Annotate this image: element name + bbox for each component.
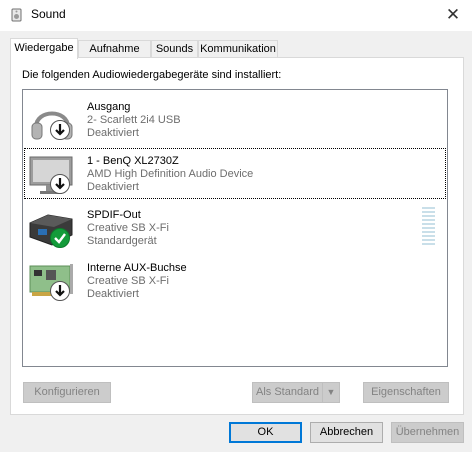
device-item-aux[interactable]: Interne AUX-Buchse Creative SB X-Fi Deak… [23, 254, 447, 307]
apply-button[interactable]: Übernehmen [391, 422, 464, 443]
chevron-down-icon[interactable]: ▼ [322, 383, 339, 402]
device-description: 2- Scarlett 2i4 USB [87, 114, 181, 126]
device-list[interactable]: Ausgang 2- Scarlett 2i4 USB Deaktiviert … [22, 89, 448, 367]
configure-button[interactable]: Konfigurieren [23, 382, 111, 403]
default-check-icon [50, 228, 70, 248]
device-status: Deaktiviert [87, 288, 139, 300]
device-status: Standardgerät [87, 235, 157, 247]
device-description: Creative SB X-Fi [87, 275, 169, 287]
device-description: AMD High Definition Audio Device [87, 168, 254, 180]
disabled-arrow-icon [50, 174, 70, 194]
device-item-benq[interactable]: 1 - BenQ XL2730Z AMD High Definition Aud… [23, 147, 447, 200]
device-name: SPDIF-Out [87, 209, 141, 221]
close-icon: ✕ [445, 5, 461, 24]
set-default-button[interactable]: Als Standard ▼ [252, 382, 340, 403]
speaker-icon [11, 8, 22, 22]
tab-wiedergabe[interactable]: Wiedergabe [10, 38, 78, 59]
device-status: Deaktiviert [87, 127, 139, 139]
ok-button[interactable]: OK [229, 422, 302, 443]
device-name: Ausgang [87, 101, 131, 113]
device-status: Deaktiviert [87, 181, 139, 193]
properties-button[interactable]: Eigenschaften [363, 382, 449, 403]
volume-meter [422, 207, 435, 247]
tab-sounds[interactable]: Sounds [151, 40, 198, 58]
window-title: Sound [31, 7, 66, 21]
device-description: Creative SB X-Fi [87, 222, 169, 234]
title-bar: Sound ✕ [0, 0, 472, 31]
device-name: Interne AUX-Buchse [87, 262, 187, 274]
close-button[interactable]: ✕ [440, 3, 466, 27]
tab-kommunikation[interactable]: Kommunikation [198, 40, 278, 58]
device-name: 1 - BenQ XL2730Z [87, 155, 179, 167]
cancel-button[interactable]: Abbrechen [310, 422, 383, 443]
device-item-spdif[interactable]: SPDIF-Out Creative SB X-Fi Standardgerät [23, 201, 447, 254]
tab-aufnahme[interactable]: Aufnahme [78, 40, 151, 58]
disabled-arrow-icon [50, 120, 70, 140]
tab-panel: Die folgenden Audiowiedergabegeräte sind… [10, 57, 464, 415]
disabled-arrow-icon [50, 281, 70, 301]
device-item-ausgang[interactable]: Ausgang 2- Scarlett 2i4 USB Deaktiviert [23, 93, 447, 146]
set-default-label: Als Standard [256, 386, 319, 398]
intro-text: Die folgenden Audiowiedergabegeräte sind… [22, 69, 282, 81]
